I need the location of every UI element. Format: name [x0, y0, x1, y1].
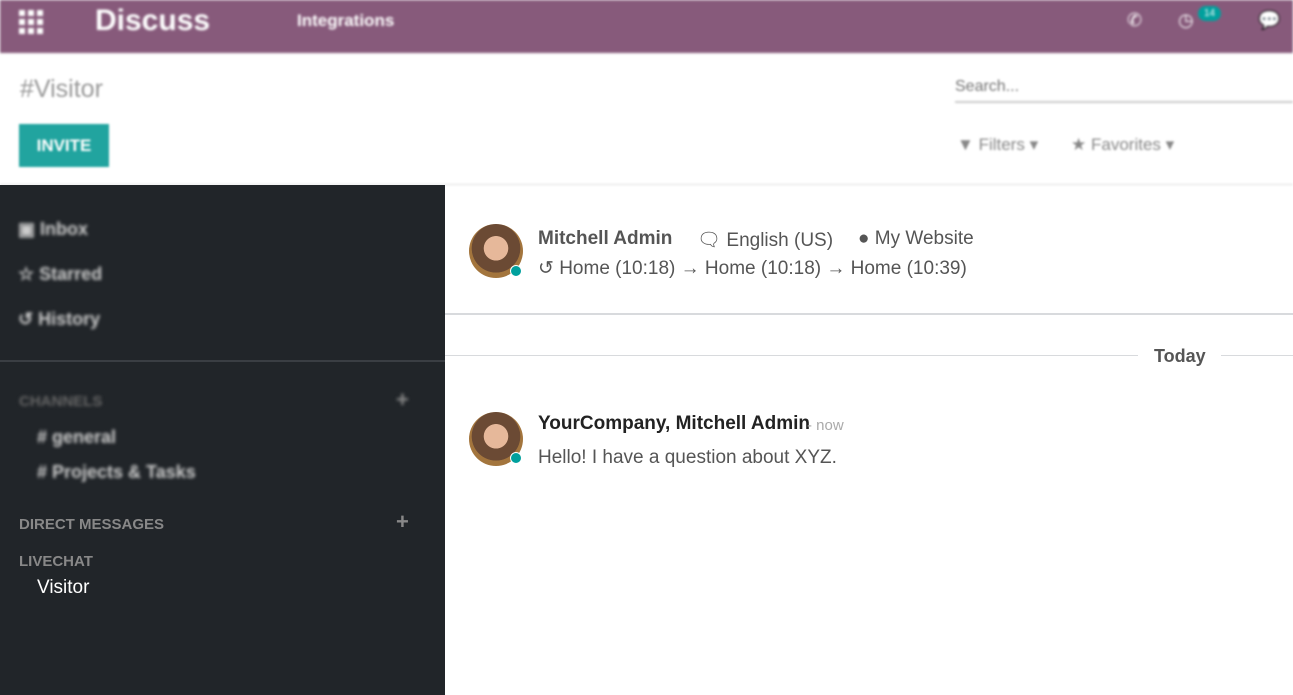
livechat-visitor[interactable]: Visitor	[37, 577, 89, 599]
divider	[445, 313, 1293, 315]
message-author: YourCompany, Mitchell Admin	[538, 413, 810, 434]
sidebar-item-label: Inbox	[40, 219, 89, 239]
sidebar-item-label: History	[38, 309, 101, 329]
online-status-icon	[510, 452, 522, 464]
app-title: Discuss	[95, 4, 211, 37]
favorites-button[interactable]: ★ Favorites ▾	[1071, 135, 1174, 155]
channel-general[interactable]: # general	[37, 427, 116, 448]
visitor-name: Mitchell Admin	[538, 228, 673, 249]
website-label: My Website	[874, 228, 974, 249]
activity-badge: 14	[1198, 6, 1222, 21]
sidebar: ▣ Inbox ☆ Starred ↺ History CHANNELS + #…	[0, 185, 445, 695]
star-icon: ★	[1071, 135, 1087, 154]
star-icon: ☆	[18, 264, 35, 284]
history-label: Home (10:18) → Home (10:18) → Home (10:3…	[559, 258, 967, 279]
filter-icon: ▼	[957, 135, 974, 154]
favorites-label: Favorites	[1090, 135, 1161, 154]
sidebar-item-history[interactable]: ↺ History	[18, 309, 100, 330]
channels-header[interactable]: CHANNELS	[19, 393, 102, 410]
filters-label: Filters	[978, 135, 1025, 154]
history-icon: ↺	[538, 258, 554, 279]
page-title: #Visitor	[20, 75, 103, 103]
filters-button[interactable]: ▼ Filters ▾	[957, 135, 1038, 155]
language-label: English (US)	[726, 230, 834, 251]
top-navbar: Discuss Integrations ✆ ◷ 14 💬	[0, 0, 1293, 53]
sidebar-item-label: Starred	[39, 264, 103, 284]
online-status-icon	[510, 265, 522, 277]
sidebar-item-inbox[interactable]: ▣ Inbox	[18, 219, 88, 240]
add-dm-icon[interactable]: +	[396, 509, 409, 535]
divider	[445, 355, 1138, 356]
phone-icon[interactable]: ✆	[1127, 10, 1142, 31]
invite-button[interactable]: INVITE	[19, 124, 109, 167]
search-input[interactable]	[955, 73, 1293, 103]
globe-icon: ●	[858, 228, 870, 249]
direct-messages-header[interactable]: DIRECT MESSAGES	[19, 516, 164, 533]
visitor-history: ↺ Home (10:18) → Home (10:18) → Home (10…	[538, 257, 967, 280]
livechat-header: LIVECHAT	[19, 553, 93, 570]
sidebar-item-starred[interactable]: ☆ Starred	[18, 264, 102, 285]
sidebar-divider	[0, 360, 445, 362]
message-time: - now	[807, 417, 844, 434]
add-channel-icon[interactable]: +	[396, 387, 409, 413]
speech-bubble-icon: 🗨	[697, 230, 722, 251]
visitor-website: ● My Website	[858, 228, 974, 250]
history-icon: ↺	[18, 309, 34, 329]
clock-icon[interactable]: ◷	[1178, 10, 1194, 31]
inbox-icon: ▣	[18, 219, 36, 239]
menu-integrations[interactable]: Integrations	[297, 11, 394, 31]
chat-icon[interactable]: 💬	[1258, 10, 1280, 31]
date-separator: Today	[1154, 346, 1206, 366]
apps-grid-icon[interactable]	[19, 10, 47, 34]
thread-panel: Mitchell Admin 🗨 English (US) ● My Websi…	[445, 185, 1293, 695]
control-panel: #Visitor INVITE ▼ Filters ▾ ★ Favorites …	[0, 53, 1293, 185]
message-body: Hello! I have a question about XYZ.	[538, 447, 837, 468]
channel-projects[interactable]: # Projects & Tasks	[37, 462, 196, 483]
visitor-language: 🗨 English (US)	[697, 228, 833, 252]
divider	[1221, 355, 1293, 356]
